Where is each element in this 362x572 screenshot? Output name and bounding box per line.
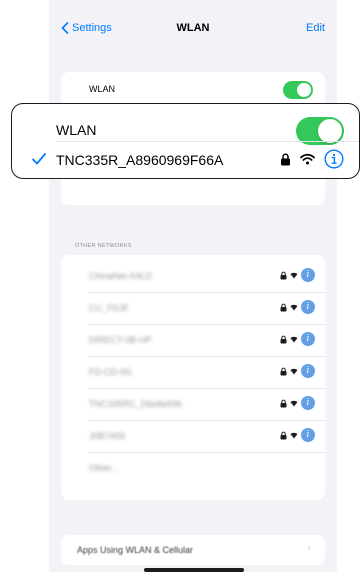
info-icon[interactable]: i [301,428,315,442]
connected-network-icons [280,149,344,169]
network-icons: i [280,268,315,282]
info-icon[interactable]: i [301,332,315,346]
other-networks-card: ChinaNet-X4LD i CU_FDJF i DIRECT-0B-HP i [61,255,325,500]
info-icon[interactable] [324,149,344,169]
wifi-icon [290,368,298,375]
wlan-toggle[interactable] [283,81,313,99]
wifi-icon [290,336,298,343]
network-icons: i [280,428,315,442]
network-icons: i [280,396,315,410]
network-name: ChinaNet-X4LD [89,270,153,281]
lock-icon [280,303,287,311]
info-icon[interactable]: i [301,364,315,378]
lock-icon [280,271,287,279]
network-row[interactable]: TNC335RC_D6e8e69b i [61,389,325,418]
home-indicator [144,568,244,572]
other-network-row[interactable]: Other... [61,453,325,482]
info-icon[interactable]: i [301,268,315,282]
wlan-toggle-row: WLAN [61,74,325,103]
info-icon[interactable]: i [301,396,315,410]
network-row[interactable]: ChinaNet-X4LD i [61,261,325,290]
network-row[interactable]: CU_FDJF i [61,293,325,322]
wifi-icon [300,153,315,165]
checkmark-icon [32,153,46,165]
apps-using-wlan-label: Apps Using WLAN & Cellular [77,544,194,555]
wifi-icon [290,432,298,439]
network-icons: i [280,332,315,346]
page-title: WLAN [176,22,210,34]
phone-screen: Settings WLAN Edit WLAN OTHER NETWORKS C… [49,0,337,572]
network-icons: i [280,300,315,314]
zoomed-callout: WLAN TNC335R_A8960969F66A [11,103,360,179]
apps-using-wlan-content: Apps Using WLAN & Cellular › [61,535,325,564]
apps-using-wlan-row[interactable]: Apps Using WLAN & Cellular › [61,535,325,565]
wifi-icon [290,304,298,311]
wifi-icon [290,400,298,407]
lock-icon [280,431,287,439]
network-icons: i [280,364,315,378]
chevron-right-icon: › [307,543,311,554]
connected-network-name[interactable]: TNC335R_A8960969F66A [56,152,223,168]
network-name: CU_FDJF [89,302,129,313]
edit-button[interactable]: Edit [306,22,325,34]
lock-icon [281,153,290,165]
other-network-label: Other... [89,462,119,473]
network-name: TNC335RC_D6e8e69b [89,398,183,409]
info-icon[interactable]: i [301,300,315,314]
wifi-icon [290,272,298,279]
network-name: J0B7A55 [89,430,126,441]
lock-icon [280,399,287,407]
zoomed-wlan-label: WLAN [56,122,97,138]
network-row[interactable]: FD-CD-0G i [61,357,325,386]
other-networks-header: OTHER NETWORKS [75,243,132,249]
divider [56,141,359,142]
wlan-label: WLAN [89,83,116,94]
navigation-bar: Settings WLAN Edit [49,18,337,46]
network-row[interactable]: J0B7A55 i [61,421,325,450]
network-row[interactable]: DIRECT-0B-HP i [61,325,325,354]
network-name: DIRECT-0B-HP [89,334,152,345]
lock-icon [280,367,287,375]
lock-icon [280,335,287,343]
network-name: FD-CD-0G [89,366,132,377]
